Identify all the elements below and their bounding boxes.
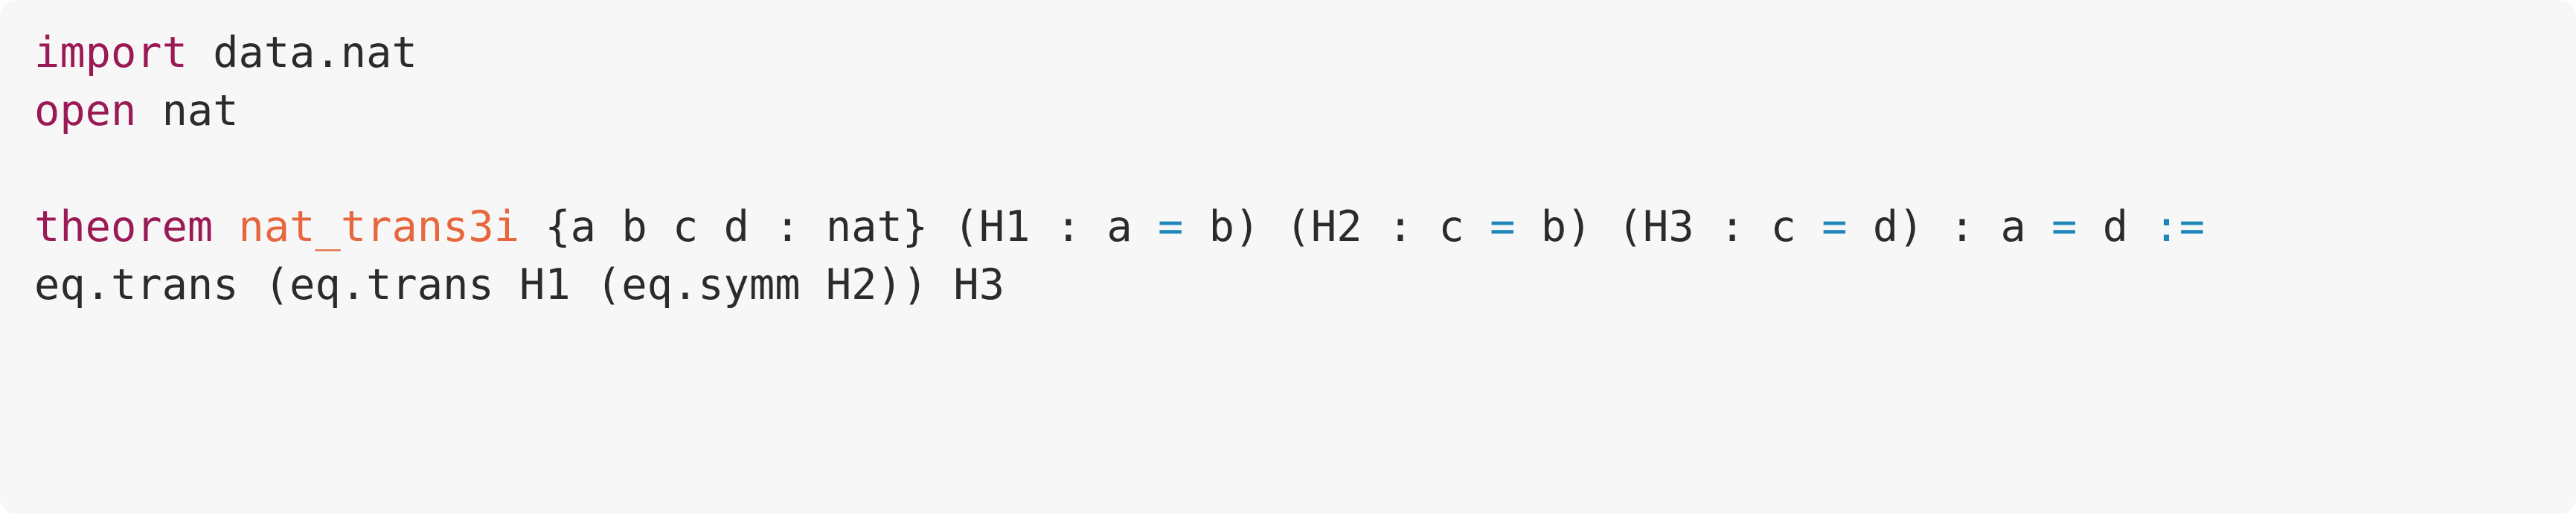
code-lines: import data.nat open nat theorem nat_trans…	[34, 24, 2542, 314]
code-line: eq.trans (eq.trans H1 (eq.symm H2)) H3	[34, 256, 2542, 314]
code-token-operator: =	[1490, 202, 1516, 251]
code-token-keyword: import	[34, 28, 188, 77]
code-token-text: d	[2077, 202, 2154, 251]
code-line: open nat	[34, 82, 2542, 140]
code-token-text: nat	[136, 86, 239, 135]
code-token-text: b) (H2 : c	[1183, 202, 1490, 251]
code-token-operator: :=	[2153, 202, 2205, 251]
code-token-text: {a b c d : nat} (H1 : a	[519, 202, 1158, 251]
code-token-operator: =	[1157, 202, 1184, 251]
code-token-text: b) (H3 : c	[1515, 202, 1822, 251]
code-token-keyword: open	[34, 86, 137, 135]
code-line: theorem nat_trans3i {a b c d : nat} (H1 …	[34, 198, 2542, 256]
code-block: import data.nat open nat theorem nat_trans…	[0, 0, 2576, 514]
code-token-text: eq.trans (eq.trans H1 (eq.symm H2)) H3	[34, 260, 1005, 309]
code-line: import data.nat	[34, 24, 2542, 82]
code-token-identifier: nat_trans3i	[238, 202, 520, 251]
code-token-text: data.nat	[187, 28, 417, 77]
code-token-operator: =	[1822, 202, 1848, 251]
code-token-text: d) : a	[1847, 202, 2052, 251]
code-token-operator: =	[2051, 202, 2077, 251]
code-token-keyword: theorem	[34, 202, 214, 251]
